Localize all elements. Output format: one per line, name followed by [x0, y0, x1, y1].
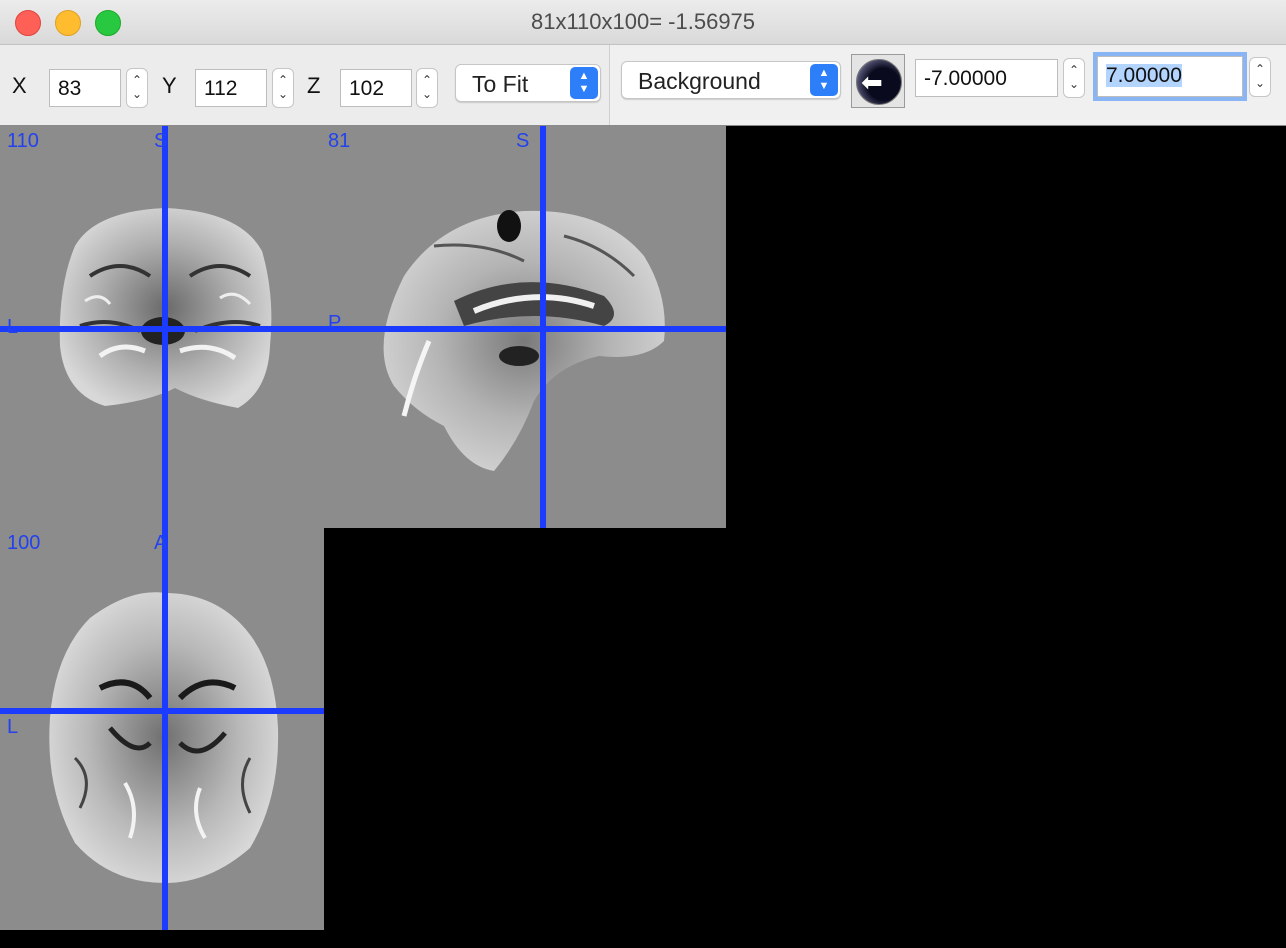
- sagittal-left-orientation: P: [328, 312, 342, 334]
- zoom-mode-value: To Fit: [472, 71, 529, 97]
- sagittal-view[interactable]: 81 S P: [324, 126, 726, 528]
- chevron-down-icon[interactable]: ⌄: [1250, 76, 1270, 90]
- chevron-up-icon[interactable]: ⌃: [417, 73, 437, 87]
- sagittal-slice-number: 81: [328, 130, 351, 152]
- crosshair-vertical: [162, 528, 168, 930]
- chevron-up-icon[interactable]: ⌃: [127, 73, 147, 87]
- y-stepper[interactable]: ⌃ ⌄: [272, 68, 294, 108]
- window-title: 81x110x100= -1.56975: [530, 9, 756, 34]
- z-coordinate-field[interactable]: 102: [340, 69, 412, 107]
- max-intensity-stepper[interactable]: ⌃ ⌄: [1249, 57, 1271, 97]
- axial-top-orientation: A: [154, 532, 168, 554]
- chevron-up-icon[interactable]: ⌃: [1064, 63, 1084, 77]
- chevron-up-icon[interactable]: ⌃: [1250, 62, 1270, 76]
- x-coordinate-field[interactable]: 83: [49, 69, 121, 107]
- axial-slice-number: 100: [7, 532, 41, 554]
- left-arrow-icon: ⬅: [861, 67, 883, 97]
- max-intensity-field[interactable]: 7.00000: [1093, 52, 1247, 101]
- coronal-view[interactable]: 110 S L: [0, 126, 324, 528]
- z-label: Z: [307, 73, 321, 98]
- coronal-top-orientation: S: [154, 130, 168, 152]
- layer-value: Background: [638, 68, 761, 94]
- x-stepper[interactable]: ⌃ ⌄: [126, 68, 148, 108]
- z-stepper[interactable]: ⌃ ⌄: [416, 68, 438, 108]
- chevron-down-icon[interactable]: ⌄: [417, 87, 437, 101]
- chevron-down-icon[interactable]: ⌄: [273, 87, 293, 101]
- y-label: Y: [162, 73, 177, 98]
- max-intensity-value: 7.00000: [1106, 64, 1182, 87]
- popup-arrows-icon: ▲ ▼: [810, 64, 838, 96]
- chevron-down-icon[interactable]: ⌄: [127, 87, 147, 101]
- crosshair-horizontal: [324, 326, 726, 332]
- axial-view[interactable]: 100 A L: [0, 528, 324, 930]
- axial-left-orientation: L: [7, 716, 19, 738]
- crosshair-horizontal: [0, 326, 324, 332]
- coronal-left-orientation: L: [7, 316, 19, 338]
- zoom-mode-popup[interactable]: To Fit ▲ ▼: [455, 64, 601, 102]
- x-label: X: [12, 73, 27, 98]
- sagittal-top-orientation: S: [516, 130, 530, 152]
- coronal-slice-number: 110: [7, 130, 39, 152]
- title-bar: 81x110x100= -1.56975: [0, 0, 1286, 45]
- chevron-down-icon[interactable]: ⌄: [1064, 77, 1084, 91]
- crosshair-horizontal: [0, 708, 324, 714]
- min-intensity-field[interactable]: -7.00000: [915, 59, 1058, 97]
- image-canvas[interactable]: 110 S L 81 S P 100 A L: [0, 126, 1286, 948]
- y-coordinate-field[interactable]: 112: [195, 69, 267, 107]
- chevron-up-icon[interactable]: ⌃: [273, 73, 293, 87]
- min-intensity-stepper[interactable]: ⌃ ⌄: [1063, 58, 1085, 98]
- popup-arrows-icon: ▲ ▼: [570, 67, 598, 99]
- layer-popup[interactable]: Background ▲ ▼: [621, 61, 841, 99]
- swap-contrast-button[interactable]: ⬅: [851, 54, 905, 108]
